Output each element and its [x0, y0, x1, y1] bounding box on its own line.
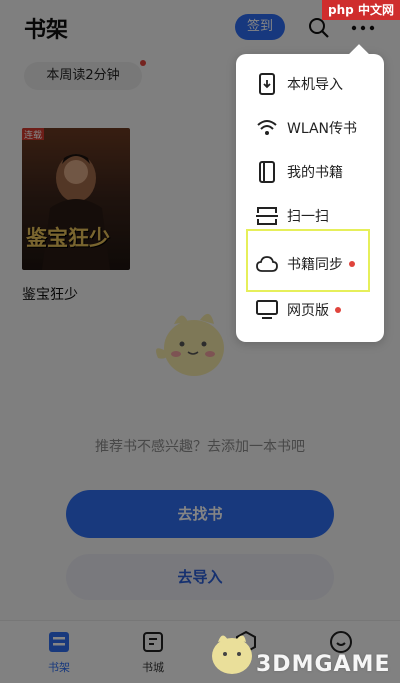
menu-item-web[interactable]: 网页版 — [236, 288, 384, 332]
menu-item-label: 网页版 — [287, 303, 329, 319]
watermark-top: php 中文网 — [322, 0, 400, 20]
menu-item-label: 本机导入 — [287, 77, 343, 93]
menu-item-local-import[interactable]: 本机导入 — [236, 62, 384, 106]
phone-import-icon — [256, 73, 278, 95]
menu-item-my-books[interactable]: 我的书籍 — [236, 150, 384, 194]
highlight-box — [246, 229, 370, 292]
scan-icon — [256, 205, 278, 227]
watermark-mascot — [206, 628, 258, 682]
menu-item-label: WLAN传书 — [287, 121, 358, 137]
monitor-icon — [256, 299, 278, 321]
new-dot — [335, 307, 341, 313]
watermark-bottom: 3DMGAME — [256, 652, 391, 677]
book-icon — [256, 161, 278, 183]
more-menu: 本机导入 WLAN传书 我的书籍 扫一扫 书籍同步 网页版 — [236, 54, 384, 342]
menu-item-label: 扫一扫 — [287, 209, 329, 225]
wifi-icon — [256, 117, 278, 139]
menu-item-wlan[interactable]: WLAN传书 — [236, 106, 384, 150]
menu-item-label: 我的书籍 — [287, 165, 343, 181]
